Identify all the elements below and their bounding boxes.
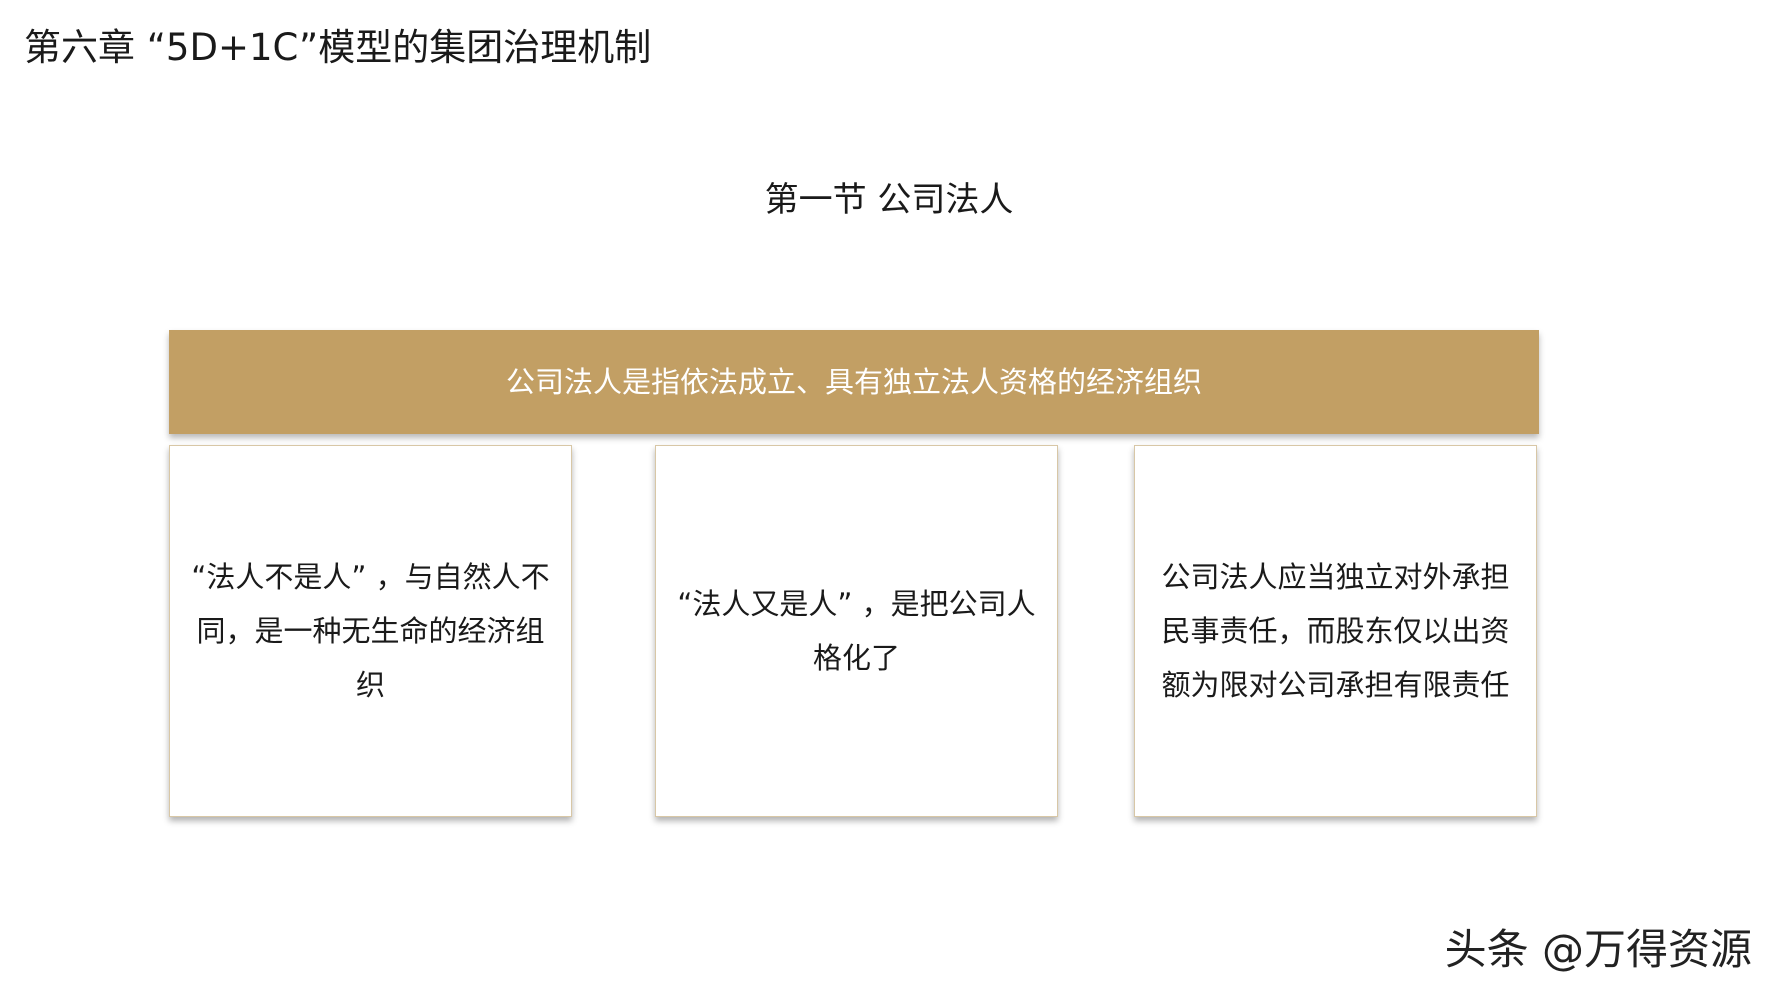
definition-text: 公司法人是指依法成立、具有独立法人资格的经济组织 [505,365,1202,399]
card-not-a-person: “法人不是人” ，与自然人不同，是一种无生命的经济组织 [169,445,572,817]
card-independent-liability: 公司法人应当独立对外承担民事责任，而股东仅以出资额为限对公司承担有限责任 [1134,445,1537,817]
definition-bar: 公司法人是指依法成立、具有独立法人资格的经济组织 [169,330,1539,434]
card-text: “法人又是人” ，是把公司人格化了 [677,587,1036,675]
section-title: 第一节 公司法人 [764,180,1014,220]
chapter-title: 第六章 “5D+1C”模型的集团治理机制 [24,26,652,69]
card-text: “法人不是人” ，与自然人不同，是一种无生命的经济组织 [191,560,550,702]
card-text: 公司法人应当独立对外承担民事责任，而股东仅以出资额为限对公司承担有限责任 [1161,560,1510,702]
card-is-a-person: “法人又是人” ，是把公司人格化了 [655,445,1058,817]
watermark: 头条 @万得资源 [1444,925,1752,974]
